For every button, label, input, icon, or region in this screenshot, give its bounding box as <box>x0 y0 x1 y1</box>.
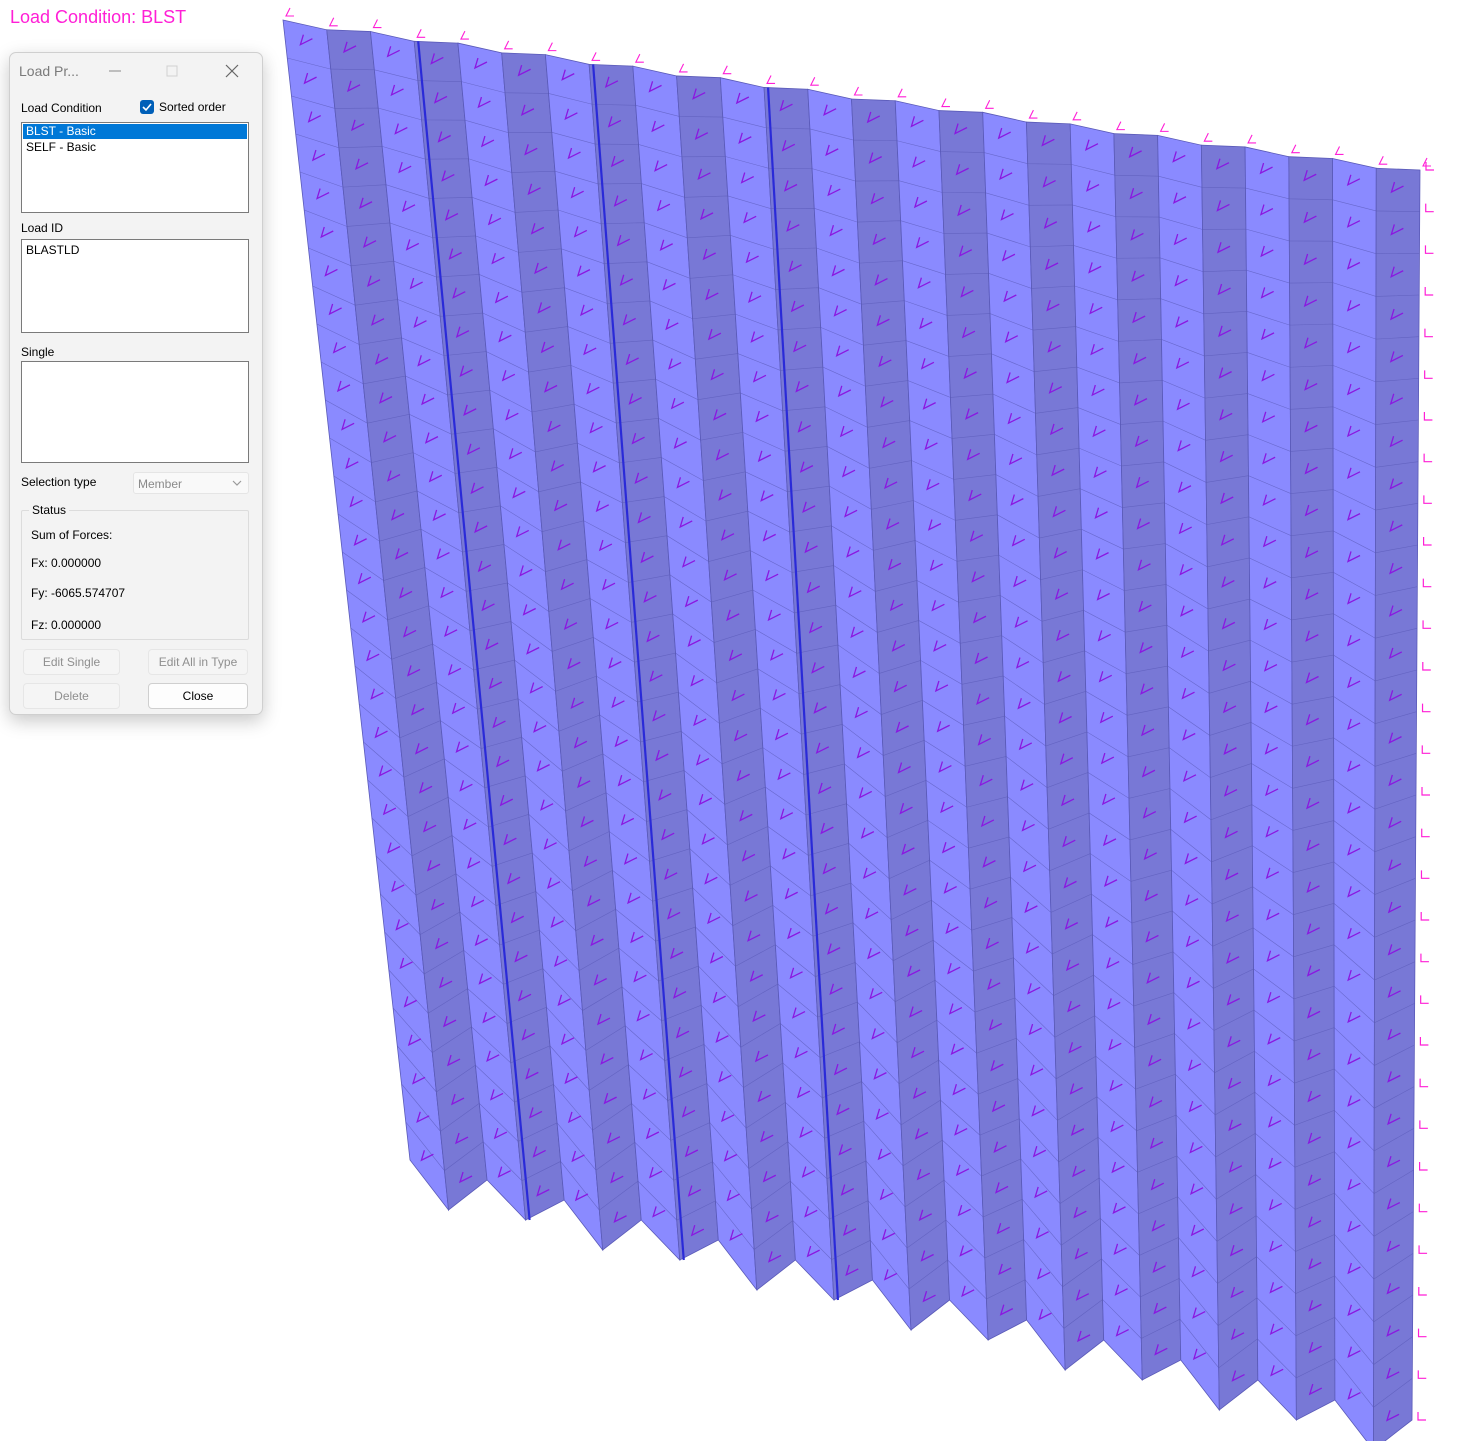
top-load-marker <box>634 53 644 63</box>
fx-value: Fx: 0.000000 <box>31 556 102 570</box>
top-load-marker <box>984 100 994 109</box>
edit-single-button[interactable]: Edit Single <box>23 649 120 675</box>
minimize-button[interactable] <box>100 57 130 85</box>
delete-button[interactable]: Delete <box>23 683 120 709</box>
single-list[interactable] <box>21 361 249 463</box>
fy-value: Fy: -6065.574707 <box>31 586 126 600</box>
status-label: Status <box>29 503 70 517</box>
sorted-order-checkbox[interactable]: Sorted order <box>140 100 226 114</box>
top-load-marker <box>372 19 382 29</box>
top-load-marker <box>678 63 688 73</box>
top-load-marker <box>1028 109 1038 119</box>
top-load-marker <box>1422 157 1431 167</box>
fz-value: Fz: 0.000000 <box>31 618 102 632</box>
top-load-marker <box>1203 132 1213 142</box>
load-condition-title: Load Condition: BLST <box>10 7 187 27</box>
wall-panel <box>1332 157 1377 1441</box>
top-load-marker <box>1072 111 1082 121</box>
edge-load-marker <box>1425 203 1434 213</box>
top-load-marker <box>547 42 557 52</box>
edge-load-marker <box>1421 828 1430 838</box>
single-label: Single <box>21 345 55 359</box>
chevron-down-icon <box>232 480 242 486</box>
top-load-marker <box>328 17 338 27</box>
edge-load-marker <box>1417 1370 1427 1379</box>
edit-all-in-type-button[interactable]: Edit All in Type <box>148 649 248 675</box>
edge-load-marker <box>1422 662 1431 671</box>
edge-load-marker <box>1417 1328 1427 1338</box>
top-load-marker <box>416 29 426 38</box>
sorted-order-label: Sorted order <box>159 100 226 114</box>
top-load-marker <box>766 75 776 85</box>
edge-load-marker <box>1418 1245 1428 1254</box>
load-condition-list[interactable]: BLST - Basic SELF - Basic <box>21 122 249 213</box>
edge-load-marker <box>1418 1287 1427 1296</box>
top-load-marker <box>460 30 469 40</box>
list-item[interactable]: SELF - Basic <box>23 140 247 155</box>
top-load-marker <box>285 7 294 17</box>
edge-load-marker <box>1424 245 1434 254</box>
selection-type-dropdown[interactable]: Member <box>133 472 249 494</box>
edge-load-marker <box>1423 412 1433 421</box>
list-item[interactable]: BLST - Basic <box>23 124 247 139</box>
top-load-marker <box>809 76 819 86</box>
edge-load-marker <box>1422 537 1432 546</box>
edge-load-marker <box>1420 995 1429 1004</box>
dialog-title: Load Pr... <box>19 63 79 79</box>
edge-load-marker <box>1421 703 1431 713</box>
edge-load-marker <box>1420 912 1430 921</box>
load-id-label: Load ID <box>21 221 64 235</box>
minimize-icon <box>109 70 121 72</box>
top-load-marker <box>1378 155 1388 165</box>
top-load-marker <box>1247 134 1257 144</box>
edge-load-marker <box>1419 1037 1429 1046</box>
top-load-marker <box>1290 144 1300 154</box>
top-load-marker <box>853 86 863 96</box>
top-load-marker <box>1115 121 1125 131</box>
edge-load-marker <box>1418 1203 1428 1213</box>
edge-load-marker <box>1424 287 1434 296</box>
edge-load-marker <box>1417 1412 1426 1421</box>
top-load-marker <box>1334 146 1344 156</box>
top-load-marker <box>1159 123 1169 132</box>
close-button[interactable]: Close <box>148 683 248 709</box>
maximize-icon <box>166 65 178 77</box>
wall-panel <box>1288 156 1336 1421</box>
status-group: Status Sum of Forces: Fx: 0.000000 Fy: -… <box>21 503 249 640</box>
checkbox-checked-icon <box>140 100 154 114</box>
edge-load-marker <box>1424 328 1433 338</box>
edge-load-marker <box>1423 495 1432 504</box>
selection-type-value: Member <box>138 477 183 491</box>
edge-load-marker <box>1422 578 1432 588</box>
edge-load-marker <box>1424 370 1433 379</box>
top-load-marker <box>897 88 907 98</box>
edge-load-marker <box>1419 1078 1429 1088</box>
edge-load-marker <box>1420 953 1429 963</box>
top-load-marker <box>941 98 950 108</box>
edge-load-marker <box>1423 453 1433 463</box>
edge-load-marker <box>1421 745 1431 754</box>
selection-type-label: Selection type <box>21 475 97 489</box>
edge-load-marker <box>1420 870 1430 879</box>
load-id-list[interactable]: BLASTLD <box>21 239 249 333</box>
maximize-button[interactable] <box>157 57 187 85</box>
close-window-button[interactable] <box>217 57 247 85</box>
edge-load-marker <box>1421 787 1430 796</box>
load-properties-dialog: Load Pr... Load Condition Sorted order B… <box>9 52 263 715</box>
top-load-marker <box>722 65 732 75</box>
close-icon <box>225 64 239 78</box>
dialog-titlebar[interactable]: Load Pr... <box>10 53 262 89</box>
list-item[interactable]: BLASTLD <box>23 243 247 258</box>
top-load-marker <box>591 52 601 61</box>
edge-load-marker <box>1419 1120 1428 1129</box>
top-load-marker <box>503 40 513 50</box>
load-condition-label: Load Condition <box>21 101 102 115</box>
edge-load-marker <box>1422 620 1432 629</box>
sum-of-forces-label: Sum of Forces: <box>31 528 113 542</box>
edge-load-marker <box>1418 1162 1428 1171</box>
